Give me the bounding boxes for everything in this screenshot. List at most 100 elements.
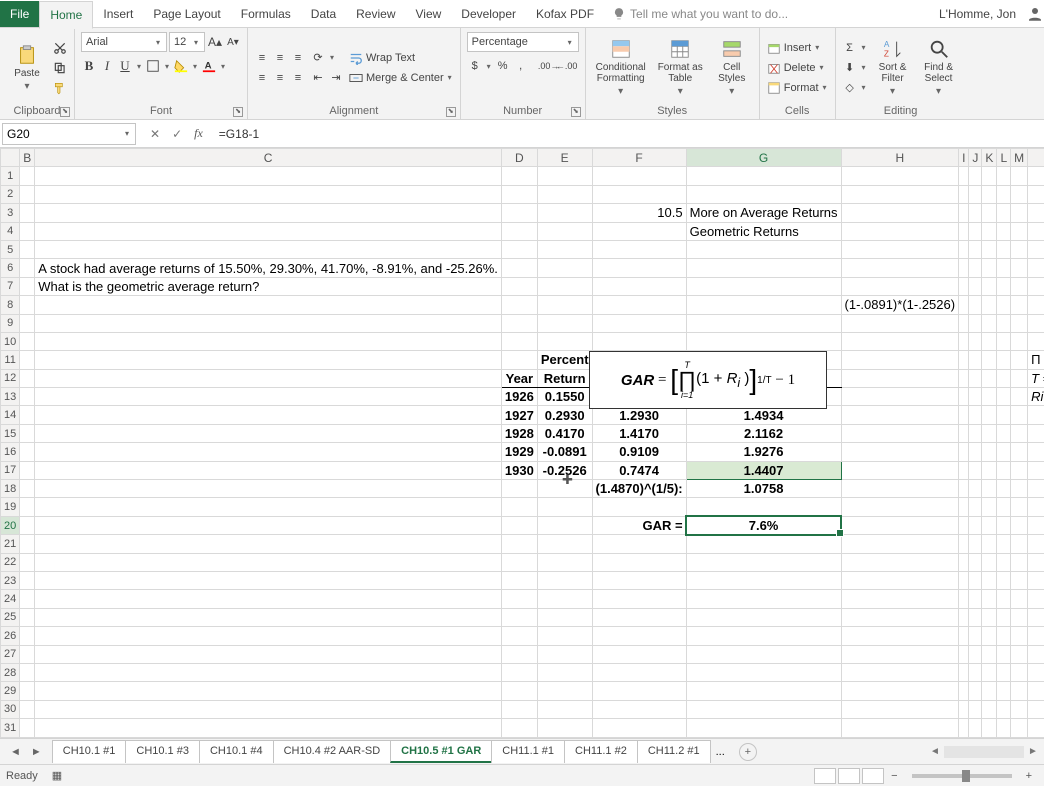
cell-F20[interactable]: GAR = — [592, 516, 686, 534]
cell-G7[interactable] — [686, 277, 841, 295]
cell-C2[interactable] — [35, 185, 502, 203]
cell-B4[interactable] — [20, 222, 35, 240]
cell-E27[interactable] — [537, 645, 592, 663]
row-header-19[interactable]: 19 — [1, 498, 20, 516]
cell-F1[interactable] — [592, 167, 686, 185]
cell-B9[interactable] — [20, 314, 35, 332]
cell-L19[interactable] — [997, 498, 1011, 516]
cell-D26[interactable] — [501, 627, 537, 645]
cell-L29[interactable] — [997, 682, 1011, 700]
cell-E8[interactable] — [537, 296, 592, 314]
cell-L17[interactable] — [997, 461, 1011, 479]
cell-G31[interactable] — [686, 719, 841, 737]
cell-L23[interactable] — [997, 571, 1011, 589]
cell-K6[interactable] — [982, 259, 997, 277]
cell-C5[interactable] — [35, 240, 502, 258]
format-painter-icon[interactable] — [52, 80, 68, 96]
cell-E5[interactable] — [537, 240, 592, 258]
cell-F5[interactable] — [592, 240, 686, 258]
cell-F17[interactable]: 0.7474 — [592, 461, 686, 479]
cell-N3[interactable] — [1028, 204, 1044, 222]
cell-M15[interactable] — [1011, 424, 1028, 442]
row-header-25[interactable]: 25 — [1, 608, 20, 626]
row-header-3[interactable]: 3 — [1, 204, 20, 222]
cell-G18[interactable]: 1.0758 — [686, 480, 841, 498]
cell-G22[interactable] — [686, 553, 841, 571]
cell-J30[interactable] — [969, 700, 982, 718]
cell-E25[interactable] — [537, 608, 592, 626]
cell-H28[interactable] — [841, 663, 959, 681]
cell-G2[interactable] — [686, 185, 841, 203]
cell-H2[interactable] — [841, 185, 959, 203]
cell-L9[interactable] — [997, 314, 1011, 332]
cell-L7[interactable] — [997, 277, 1011, 295]
cell-E1[interactable] — [537, 167, 592, 185]
cell-C27[interactable] — [35, 645, 502, 663]
underline-button[interactable]: U — [117, 58, 133, 74]
cell-I3[interactable] — [959, 204, 969, 222]
cell-B27[interactable] — [20, 645, 35, 663]
cell-N1[interactable] — [1028, 167, 1044, 185]
cell-B25[interactable] — [20, 608, 35, 626]
cell-I28[interactable] — [959, 663, 969, 681]
cell-M20[interactable] — [1011, 516, 1028, 534]
cell-L14[interactable] — [997, 406, 1011, 424]
cell-L28[interactable] — [997, 663, 1011, 681]
cell-G27[interactable] — [686, 645, 841, 663]
cell-N28[interactable] — [1028, 663, 1044, 681]
view-page-layout-button[interactable] — [838, 768, 860, 784]
cell-E9[interactable] — [537, 314, 592, 332]
cell-L3[interactable] — [997, 204, 1011, 222]
cell-C9[interactable] — [35, 314, 502, 332]
cell-K3[interactable] — [982, 204, 997, 222]
cell-D25[interactable] — [501, 608, 537, 626]
merge-center-button[interactable]: Merge & Center▾ — [348, 70, 454, 86]
cell-H20[interactable] — [841, 516, 959, 534]
cell-E6[interactable] — [537, 259, 592, 277]
col-header-L[interactable]: L — [997, 149, 1011, 167]
cell-K13[interactable] — [982, 388, 997, 406]
cell-K23[interactable] — [982, 571, 997, 589]
cell-M13[interactable] — [1011, 388, 1028, 406]
cell-D9[interactable] — [501, 314, 537, 332]
col-header-J[interactable]: J — [969, 149, 982, 167]
cell-H22[interactable] — [841, 553, 959, 571]
cell-C31[interactable] — [35, 719, 502, 737]
cell-M17[interactable] — [1011, 461, 1028, 479]
row-header-27[interactable]: 27 — [1, 645, 20, 663]
cell-N6[interactable] — [1028, 259, 1044, 277]
cell-N18[interactable] — [1028, 480, 1044, 498]
cell-C26[interactable] — [35, 627, 502, 645]
cell-B12[interactable] — [20, 369, 35, 387]
cell-D28[interactable] — [501, 663, 537, 681]
cell-C20[interactable] — [35, 516, 502, 534]
cell-B22[interactable] — [20, 553, 35, 571]
clipboard-launcher[interactable]: ⬊ — [60, 107, 70, 117]
cell-K10[interactable] — [982, 332, 997, 350]
align-top-icon[interactable]: ≡ — [254, 50, 270, 66]
formula-input[interactable]: =G18-1 — [211, 127, 1044, 141]
cell-D10[interactable] — [501, 332, 537, 350]
cell-M21[interactable] — [1011, 535, 1028, 553]
cell-H19[interactable] — [841, 498, 959, 516]
cell-H24[interactable] — [841, 590, 959, 608]
cell-C8[interactable] — [35, 296, 502, 314]
border-button[interactable] — [145, 58, 161, 74]
cell-L8[interactable] — [997, 296, 1011, 314]
align-left-icon[interactable]: ≡ — [254, 70, 270, 86]
cell-B17[interactable] — [20, 461, 35, 479]
cell-J26[interactable] — [969, 627, 982, 645]
cell-F18[interactable]: (1.4870)^(1/5): — [592, 480, 686, 498]
cell-I19[interactable] — [959, 498, 969, 516]
cell-D5[interactable] — [501, 240, 537, 258]
font-launcher[interactable]: ⬊ — [233, 107, 243, 117]
cell-E19[interactable] — [537, 498, 592, 516]
cell-J2[interactable] — [969, 185, 982, 203]
sheet-tab-1[interactable]: CH10.1 #3 — [125, 740, 200, 763]
cell-E3[interactable] — [537, 204, 592, 222]
cell-F6[interactable] — [592, 259, 686, 277]
cell-N31[interactable] — [1028, 719, 1044, 737]
tab-formulas[interactable]: Formulas — [231, 1, 301, 27]
cell-N26[interactable] — [1028, 627, 1044, 645]
cell-K29[interactable] — [982, 682, 997, 700]
